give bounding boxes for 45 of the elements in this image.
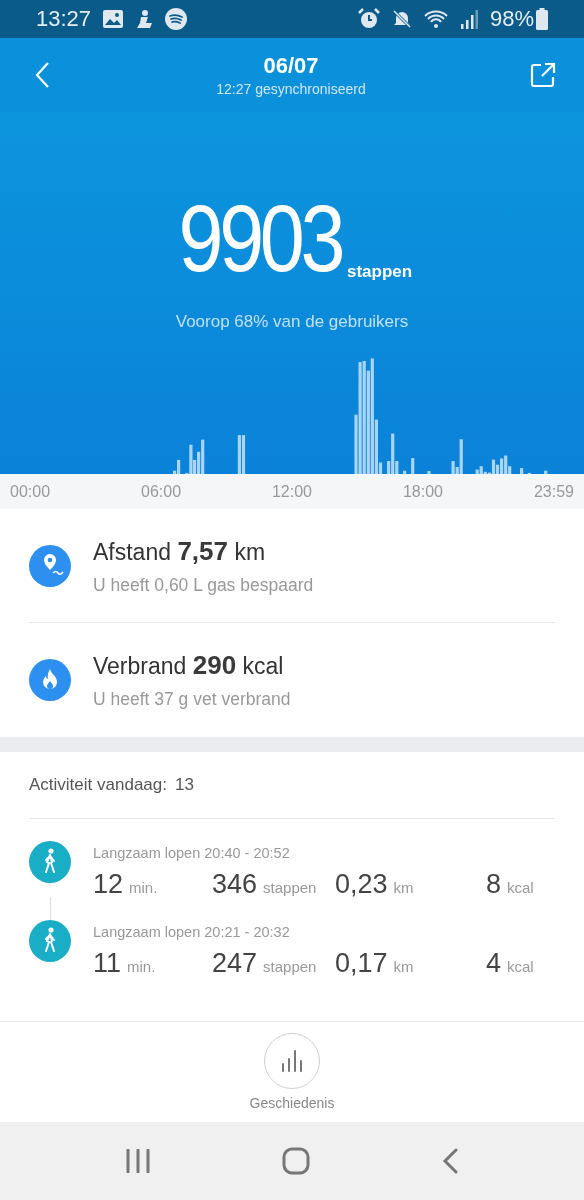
- history-label: Geschiedenis: [249, 1095, 335, 1111]
- status-time: 13:27: [36, 6, 92, 32]
- ranking-text: Voorop 68% van de gebruikers: [175, 312, 409, 332]
- music-circle-icon: [165, 8, 188, 30]
- muted-icon: [391, 9, 412, 29]
- activity-title: Langzaam lopen 20:21 - 20:32: [93, 924, 291, 940]
- stat-detail: U heeft 0,60 L gas bespaard: [93, 574, 314, 596]
- signal-icon: [459, 9, 478, 29]
- time-axis-label: 23:59: [533, 482, 574, 501]
- activity-count: 13: [174, 775, 194, 795]
- alarm-icon: [357, 8, 380, 30]
- activity-stat: 0,17 km: [335, 948, 415, 979]
- image-icon: [103, 10, 124, 28]
- history-chart-button[interactable]: [264, 1033, 320, 1089]
- time-axis-label: 18:00: [402, 482, 443, 501]
- time-axis-label: 00:00: [10, 482, 51, 501]
- activity-stat: 11 min.: [93, 948, 157, 979]
- battery-icon: [536, 8, 548, 30]
- activity-stat: 8 kcal: [486, 869, 534, 900]
- time-axis-label: 06:00: [141, 482, 182, 501]
- stat-detail: U heeft 37 g vet verbrand: [93, 688, 291, 710]
- bar-chart-icon: [280, 1050, 304, 1072]
- location-pin-icon: [29, 544, 71, 587]
- time-axis-label: 12:00: [271, 482, 312, 501]
- flame-icon: [29, 658, 71, 701]
- step-count: 9903: [178, 192, 341, 286]
- back-button[interactable]: [34, 61, 52, 89]
- activity-stat: 4 kcal: [486, 948, 534, 979]
- share-button[interactable]: [530, 62, 556, 88]
- activity-stat: 247 stappen: [212, 948, 318, 979]
- step-unit: stappen: [346, 262, 413, 282]
- activity-stat: 12 min.: [93, 869, 159, 900]
- activity-stat: 0,23 km: [335, 869, 415, 900]
- sync-time: 12:27 gesynchroniseerd: [216, 81, 366, 97]
- battery-percent: 98%: [489, 6, 534, 32]
- activity-stat: 346 stappen: [212, 869, 318, 900]
- walking-icon: [29, 841, 71, 883]
- stat-headline: Verbrand 290 kcal: [93, 649, 285, 681]
- figure-icon: [135, 9, 154, 29]
- activity-title: Langzaam lopen 20:40 - 20:52: [93, 845, 291, 861]
- wifi-icon: [423, 9, 448, 29]
- walking-icon: [29, 920, 71, 962]
- stat-headline: Afstand 7,57 km: [93, 535, 267, 567]
- activity-label: Activiteit vandaag:: [29, 775, 167, 795]
- date-title: 06/07: [263, 53, 319, 79]
